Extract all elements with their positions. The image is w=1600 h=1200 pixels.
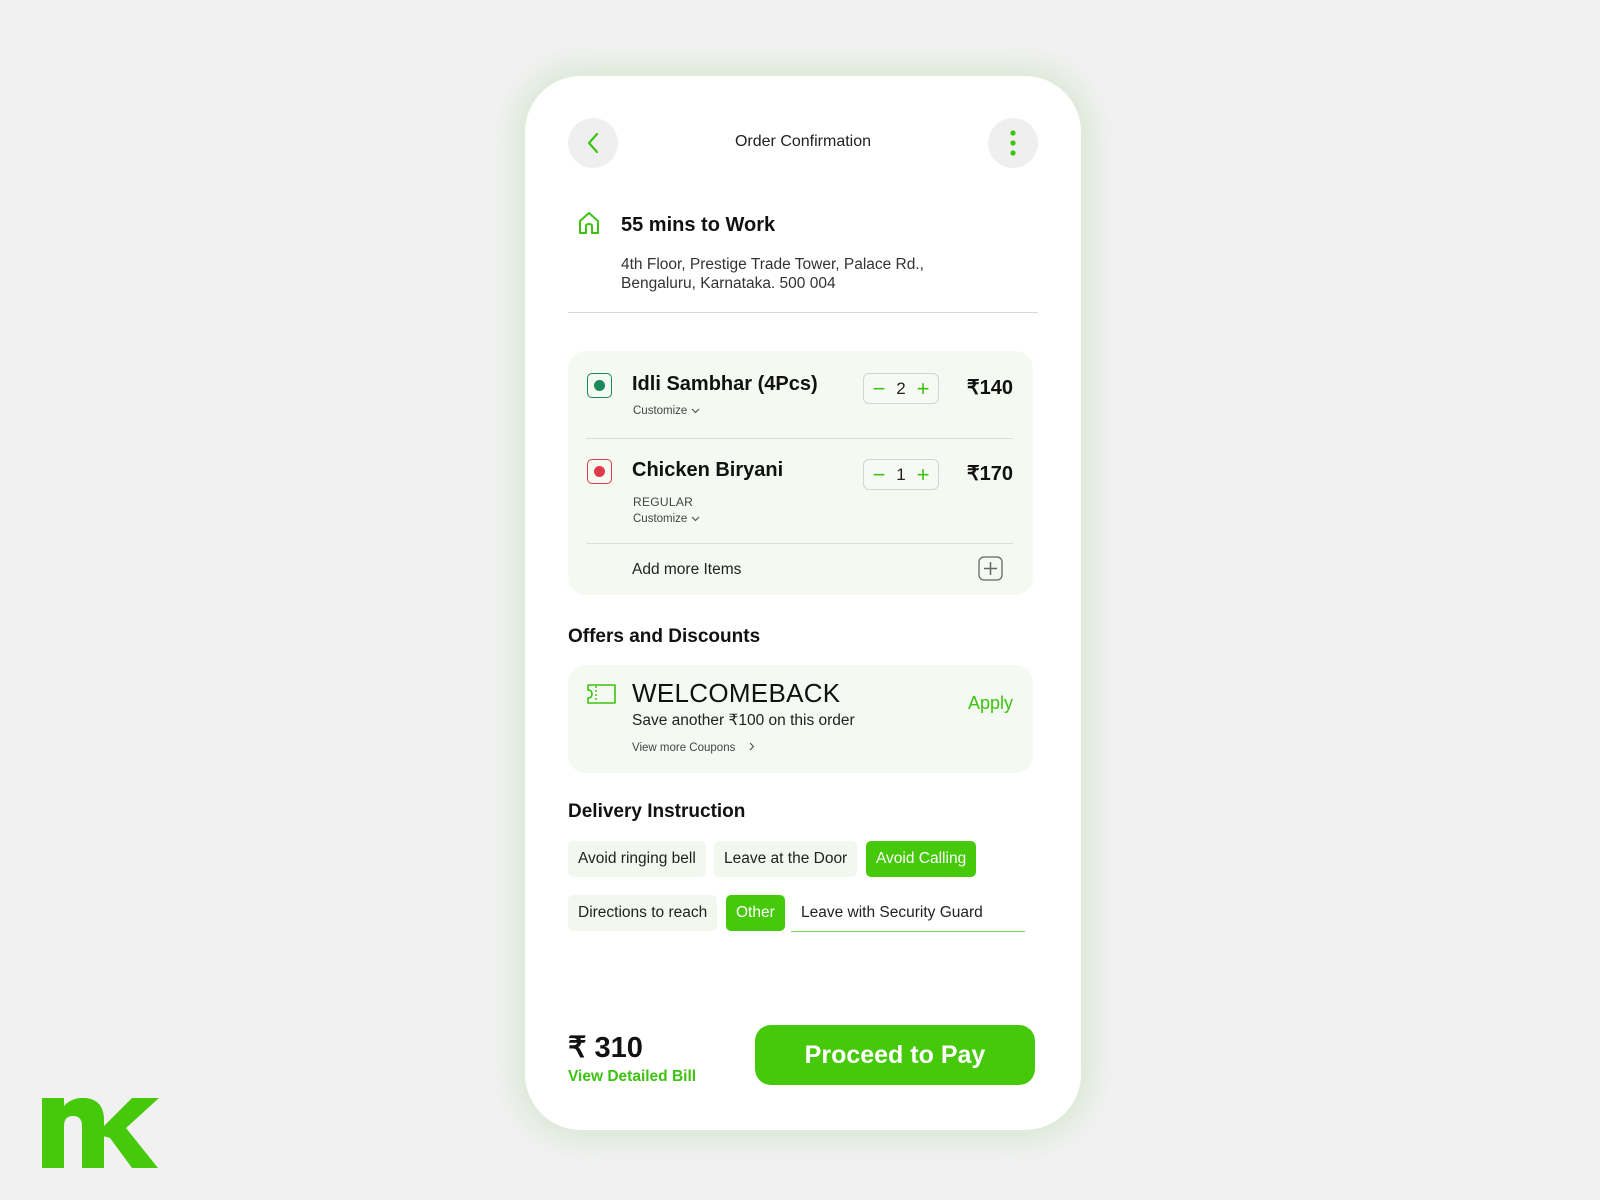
item-name: Chicken Biryani xyxy=(632,459,784,481)
divider xyxy=(586,543,1013,544)
page-title: Order Confirmation xyxy=(734,133,872,150)
quantity-stepper: − 1 + xyxy=(863,459,939,490)
chevron-down-icon xyxy=(691,516,699,522)
more-options-button[interactable] xyxy=(988,118,1038,168)
delivery-section-title: Delivery Instruction xyxy=(568,801,746,822)
customize-label: Customize xyxy=(633,405,688,417)
address-line-2: Bengaluru, Karnataka. 500 004 xyxy=(621,275,836,292)
address-line-1: 4th Floor, Prestige Trade Tower, Palace … xyxy=(621,256,924,273)
customize-dropdown[interactable]: Customize xyxy=(633,405,700,417)
quantity-stepper: − 2 + xyxy=(863,373,939,404)
coupon-ticket-icon xyxy=(587,684,616,704)
increase-quantity-button[interactable]: + xyxy=(915,463,931,486)
proceed-to-pay-button[interactable]: Proceed to Pay xyxy=(755,1025,1035,1085)
offers-section-title: Offers and Discounts xyxy=(568,626,761,647)
item-price: ₹140 xyxy=(966,377,1013,399)
instruction-chip-avoid-calling[interactable]: Avoid Calling xyxy=(866,841,977,877)
coupon-code: WELCOMEBACK xyxy=(632,678,841,708)
more-vertical-icon xyxy=(1010,130,1016,156)
item-price: ₹170 xyxy=(966,463,1013,485)
view-detailed-bill-link[interactable]: View Detailed Bill xyxy=(568,1068,696,1086)
customize-label: Customize xyxy=(633,513,688,525)
view-more-coupons-link[interactable]: View more Coupons xyxy=(632,742,757,754)
decrease-quantity-button[interactable]: − xyxy=(871,463,887,486)
brand-logo xyxy=(42,1098,159,1168)
cart-items-card: Idli Sambhar (4Pcs) Customize − 2 + ₹140… xyxy=(568,351,1033,595)
chevron-right-icon xyxy=(749,742,754,751)
add-more-items-label[interactable]: Add more Items xyxy=(632,561,741,579)
chevron-down-icon xyxy=(691,408,699,414)
instruction-chip-other[interactable]: Other xyxy=(726,895,785,931)
quantity-value: 2 xyxy=(896,378,906,398)
instruction-chip-avoid-ringing-bell[interactable]: Avoid ringing bell xyxy=(568,841,706,877)
quantity-value: 1 xyxy=(896,464,906,484)
item-variant: REGULAR xyxy=(633,495,694,509)
decrease-quantity-button[interactable]: − xyxy=(871,377,887,400)
instruction-chip-leave-at-door[interactable]: Leave at the Door xyxy=(714,841,858,877)
non-veg-indicator-icon xyxy=(587,459,612,484)
divider xyxy=(568,312,1038,313)
address-eta-title: 55 mins to Work xyxy=(621,214,776,236)
coupon-card: WELCOMEBACK Save another ₹100 on this or… xyxy=(568,665,1033,773)
total-amount: ₹ 310 xyxy=(568,1032,643,1064)
customize-dropdown[interactable]: Customize xyxy=(633,513,700,525)
apply-coupon-button[interactable]: Apply xyxy=(968,693,1013,714)
home-icon xyxy=(579,212,599,234)
instruction-chip-directions[interactable]: Directions to reach xyxy=(568,895,718,931)
divider xyxy=(586,438,1013,439)
coupon-description: Save another ₹100 on this order xyxy=(632,712,855,729)
add-square-icon[interactable] xyxy=(978,556,1003,581)
phone-frame: Order Confirmation 55 mins to Work 4th F… xyxy=(525,76,1081,1130)
header: Order Confirmation xyxy=(568,118,1038,168)
veg-indicator-icon xyxy=(587,373,612,398)
item-name: Idli Sambhar (4Pcs) xyxy=(632,373,818,395)
view-more-coupons-label: View more Coupons xyxy=(632,742,736,754)
increase-quantity-button[interactable]: + xyxy=(915,377,931,400)
other-instruction-input[interactable] xyxy=(791,895,1025,932)
